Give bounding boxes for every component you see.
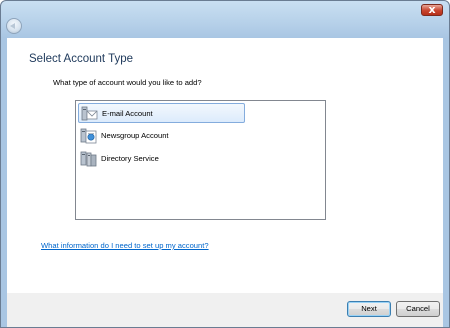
cancel-button[interactable]: Cancel bbox=[396, 301, 440, 317]
list-item-directory-service[interactable]: Directory Service bbox=[78, 149, 243, 169]
list-item-email-account[interactable]: E-mail Account bbox=[78, 103, 245, 123]
title-bar: x bbox=[1, 1, 449, 38]
list-item-label: Newsgroup Account bbox=[101, 131, 169, 140]
next-button[interactable]: Next bbox=[347, 301, 391, 317]
back-arrow-icon[interactable] bbox=[6, 18, 22, 34]
wizard-content: Select Account Type What type of account… bbox=[7, 38, 443, 293]
email-account-icon bbox=[81, 106, 98, 121]
close-button[interactable]: x bbox=[421, 3, 443, 16]
help-link[interactable]: What information do I need to set up my … bbox=[41, 241, 209, 250]
directory-service-icon bbox=[80, 151, 97, 167]
newsgroup-account-icon bbox=[80, 128, 97, 144]
wizard-footer: Next Cancel bbox=[7, 293, 443, 327]
add-account-wizard-window: x Select Account Type What type of accou… bbox=[0, 0, 450, 328]
list-item-label: E-mail Account bbox=[102, 109, 153, 118]
page-title: Select Account Type bbox=[29, 53, 133, 65]
list-item-newsgroup-account[interactable]: Newsgroup Account bbox=[78, 126, 243, 146]
account-type-list[interactable]: E-mail Account Newsgroup Account Directo… bbox=[75, 100, 326, 220]
account-type-question: What type of account would you like to a… bbox=[53, 78, 202, 87]
close-icon: x bbox=[428, 3, 436, 16]
list-item-label: Directory Service bbox=[101, 154, 159, 163]
